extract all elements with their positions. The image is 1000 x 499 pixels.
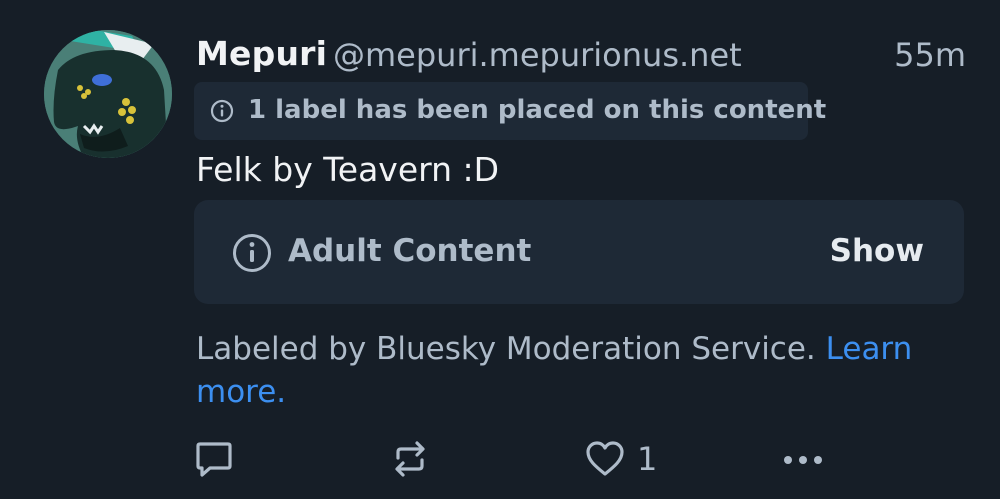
info-circle-icon	[232, 233, 272, 273]
label-notice[interactable]: 1 label has been placed on this content	[194, 82, 826, 140]
more-options-button[interactable]	[780, 440, 826, 478]
labeled-by-notice: Labeled by Bluesky Moderation Service. L…	[196, 328, 956, 414]
reply-button[interactable]	[194, 440, 234, 478]
repost-button[interactable]	[390, 440, 430, 478]
avatar[interactable]	[44, 30, 172, 158]
content-warning[interactable]: Adult Content Show	[194, 200, 964, 304]
post-timestamp[interactable]: 55m	[894, 36, 966, 74]
post-actions: 1	[0, 436, 1000, 482]
avatar-image	[44, 30, 172, 158]
content-warning-label: Adult Content	[288, 233, 532, 269]
like-button[interactable]: 1	[585, 440, 657, 478]
post[interactable]: Mepuri @mepuri.mepurionus.net 55m 1 labe…	[0, 0, 1000, 499]
post-text: Felk by Teavern :D	[196, 150, 500, 189]
label-notice-text: 1 label has been placed on this content	[248, 95, 827, 125]
labeled-by-text: Labeled by Bluesky Moderation Service.	[196, 331, 816, 367]
show-button[interactable]: Show	[830, 233, 924, 269]
more-dots-icon	[780, 440, 826, 478]
author-handle[interactable]: @mepuri.mepurionus.net	[333, 36, 742, 74]
author-display-name[interactable]: Mepuri	[196, 34, 327, 73]
heart-icon	[585, 440, 625, 478]
info-circle-icon	[210, 99, 234, 123]
post-header: Mepuri @mepuri.mepurionus.net 55m	[196, 28, 966, 80]
repost-icon	[390, 440, 430, 478]
like-count: 1	[637, 440, 658, 478]
reply-icon	[194, 440, 234, 478]
